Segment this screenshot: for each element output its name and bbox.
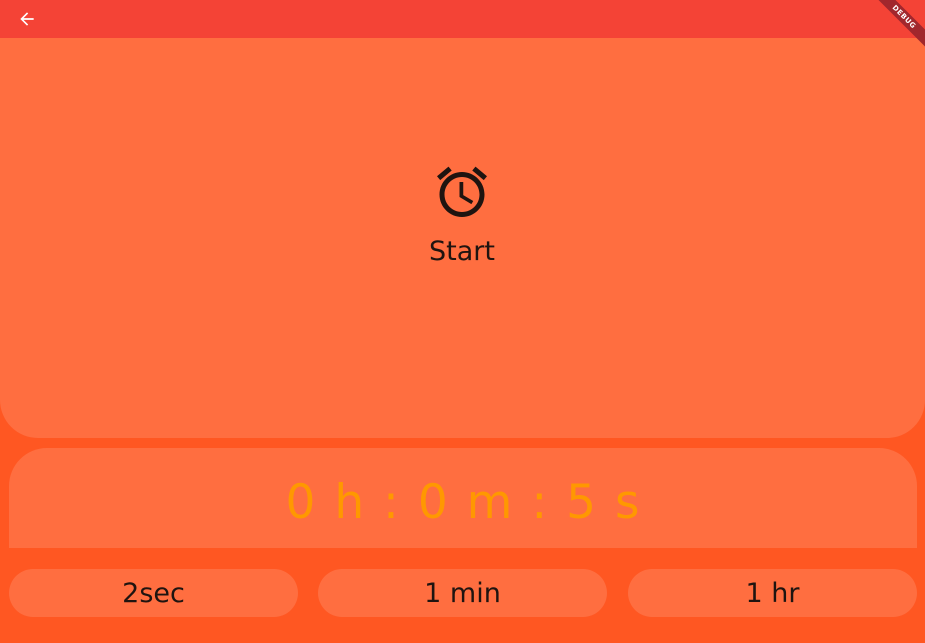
back-button[interactable] (14, 7, 40, 31)
start-label: Start (429, 236, 495, 267)
start-panel: Start (0, 38, 925, 438)
app-bar (0, 0, 925, 38)
arrow-back-icon (20, 12, 34, 26)
time-panel: 0 h : 0 m : 5 s (9, 448, 917, 548)
start-button[interactable]: Start (412, 158, 512, 274)
preset-1hr-button[interactable]: 1 hr (628, 569, 917, 617)
preset-1min-button[interactable]: 1 min (318, 569, 607, 617)
alarm-icon (437, 166, 487, 217)
preset-2sec-button[interactable]: 2sec (9, 569, 298, 617)
countdown-display: 0 h : 0 m : 5 s (285, 475, 641, 530)
